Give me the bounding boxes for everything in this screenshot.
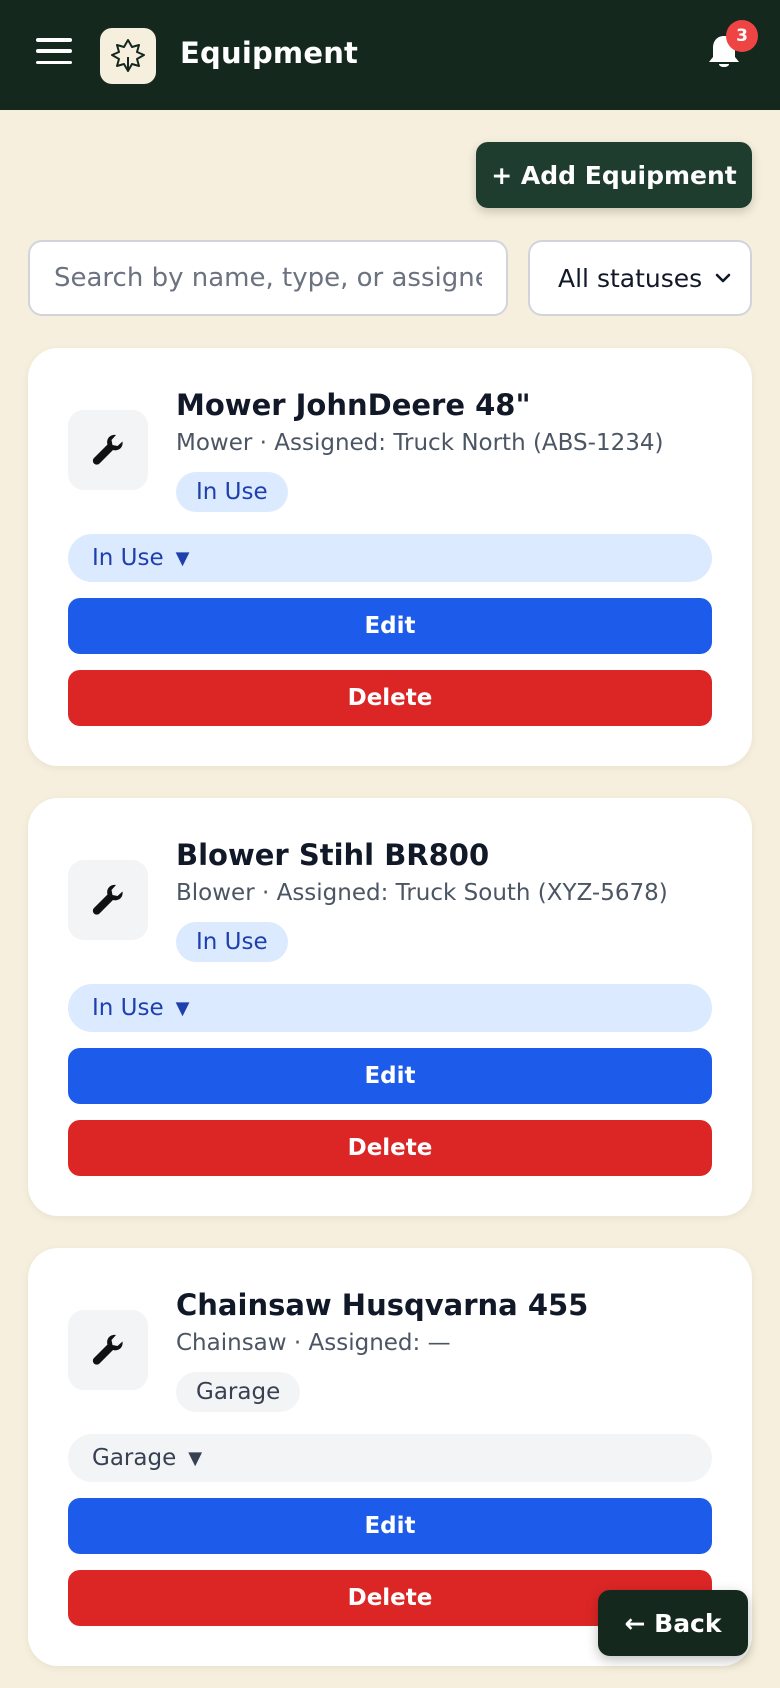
equipment-card: Blower Stihl BR800 Blower · Assigned: Tr… [28, 798, 752, 1216]
status-filter-value: All statuses [558, 263, 703, 293]
equipment-name: Blower Stihl BR800 [176, 838, 490, 872]
edit-button[interactable]: Edit [68, 598, 712, 654]
equipment-name: Chainsaw Husqvarna 455 [176, 1288, 589, 1322]
caret-down-icon: ▼ [188, 1447, 203, 1469]
status-badge: In Use [176, 472, 288, 512]
caret-down-icon: ▼ [175, 997, 190, 1019]
status-filter-select[interactable]: All statuses [528, 240, 752, 316]
equipment-subtitle: Chainsaw · Assigned: — [176, 1330, 451, 1356]
status-dropdown-value: In Use [92, 545, 164, 571]
top-app-bar: Equipment 3 [0, 0, 780, 110]
wrench-icon [68, 410, 148, 490]
status-dropdown[interactable]: In Use ▼ [68, 984, 712, 1032]
equipment-card: Mower JohnDeere 48" Mower · Assigned: Tr… [28, 348, 752, 766]
status-badge: Garage [176, 1372, 301, 1412]
edit-button[interactable]: Edit [68, 1498, 712, 1554]
notification-count-badge: 3 [726, 20, 758, 52]
search-input[interactable] [28, 240, 508, 316]
wrench-icon [68, 860, 148, 940]
caret-down-icon: ▼ [175, 547, 190, 569]
edit-button[interactable]: Edit [68, 1048, 712, 1104]
equipment-subtitle: Mower · Assigned: Truck North (ABS-1234) [176, 430, 664, 456]
back-button[interactable]: ← Back [598, 1590, 748, 1656]
status-dropdown[interactable]: Garage ▼ [68, 1434, 712, 1482]
equipment-name: Mower JohnDeere 48" [176, 388, 531, 422]
wrench-icon [68, 1310, 148, 1390]
delete-button[interactable]: Delete [68, 670, 712, 726]
chevron-down-icon [715, 273, 731, 283]
leaf-logo-icon [100, 28, 156, 84]
status-dropdown-value: In Use [92, 995, 164, 1021]
equipment-subtitle: Blower · Assigned: Truck South (XYZ-5678… [176, 880, 668, 906]
hamburger-icon[interactable] [36, 38, 72, 64]
page-title: Equipment [180, 36, 359, 70]
delete-button[interactable]: Delete [68, 1120, 712, 1176]
status-dropdown-value: Garage [92, 1445, 177, 1471]
add-equipment-button[interactable]: + Add Equipment [476, 142, 752, 208]
status-badge: In Use [176, 922, 288, 962]
status-dropdown[interactable]: In Use ▼ [68, 534, 712, 582]
